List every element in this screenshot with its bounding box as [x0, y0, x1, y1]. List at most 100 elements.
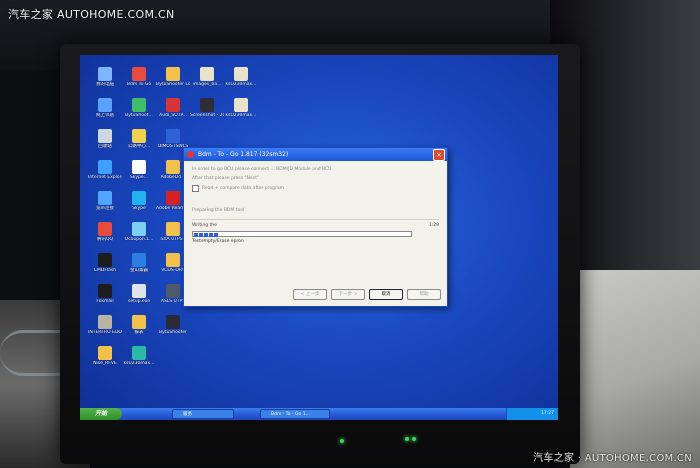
watermark-top: 汽车之家 AUTOHOME.COM.CN: [8, 8, 175, 21]
desktop-icon[interactable]: Nise_RFVE: [88, 346, 122, 367]
system-tray-clock[interactable]: 17:27: [506, 408, 558, 420]
desktop-icon[interactable]: Ocoupon.1...: [122, 222, 156, 243]
desktop-icon[interactable]: ksU230max...: [122, 346, 156, 367]
dialog-titlebar[interactable]: Bdm - To - Go 1.817 (32sm32) ×: [184, 148, 447, 161]
desktop-icon[interactable]: 网上邻居: [88, 98, 122, 119]
progress-block: [194, 233, 198, 237]
desktop-icon-glyph: [98, 98, 112, 112]
desktop-icon-label: 公路中心...: [127, 144, 151, 149]
desktop-icon[interactable]: 腾讯QQ: [88, 222, 122, 243]
desktop-icon[interactable]: 我的电脑: [88, 67, 122, 88]
desktop-icon[interactable]: 报表: [122, 315, 156, 336]
taskbar-item-service[interactable]: 服务: [172, 409, 234, 419]
desktop-icon[interactable]: BytuShoot...: [122, 98, 156, 119]
progress-caption: Testempty/Erase epron: [192, 239, 244, 244]
desktop-icon-glyph: [132, 67, 146, 81]
desktop-icon-glyph: [166, 253, 180, 267]
desktop-icon-glyph: [166, 129, 180, 143]
desktop-icon-label: 腾讯QQ: [96, 237, 114, 242]
compare-checkbox[interactable]: [192, 185, 199, 192]
taskbar-item-bdm[interactable]: Bdm - To - Go 1...: [260, 409, 330, 419]
desktop-icon[interactable]: INTERFRO EDOORW...: [88, 315, 122, 336]
desktop-icon[interactable]: Skype: [122, 191, 156, 212]
progress-block: [204, 233, 208, 237]
desktop-icon[interactable]: Foxmail: [88, 284, 122, 305]
desktop-icon[interactable]: BytuShooter Log: [156, 67, 190, 88]
desktop-icon-label: Bdm To Go: [126, 82, 152, 87]
help-button[interactable]: 帮助: [407, 289, 441, 300]
desktop-icon-glyph: [98, 315, 112, 329]
desktop-icon-glyph: [166, 284, 180, 298]
desktop-icon[interactable]: ksU230max...: [224, 67, 258, 88]
compare-option[interactable]: Read + compare data after program: [192, 185, 439, 192]
bdm-to-go-dialog[interactable]: Bdm - To - Go 1.817 (32sm32) × In order …: [183, 147, 448, 307]
close-button[interactable]: ×: [433, 149, 445, 161]
desktop-icon-label: Internet Explorer: [88, 175, 122, 180]
desktop-icon[interactable]: setup.exe: [122, 284, 156, 305]
desktop-icon[interactable]: Audi_SOTP...: [156, 98, 190, 119]
desktop-icon-glyph: [200, 98, 214, 112]
desktop-icon[interactable]: Internet Explorer: [88, 160, 122, 181]
desktop-icon-label: ksU230max...: [225, 113, 257, 118]
desktop-icon-label: INTERFRO EDOORW...: [88, 330, 122, 335]
desktop-icon-glyph: [200, 67, 214, 81]
desk-surface-right: [570, 270, 700, 468]
desktop-icon[interactable]: 金山毒霸: [122, 253, 156, 274]
desktop-icon-glyph: [166, 222, 180, 236]
desktop-icon[interactable]: ksU230max...: [224, 98, 258, 119]
desktop-icon-label: CMDFlash: [93, 268, 117, 273]
desktop-icon-glyph: [132, 191, 146, 205]
desktop-icon-label: 我的电脑: [96, 82, 114, 87]
desktop-icon-glyph: [98, 129, 112, 143]
desktop-icon-label: ksU230max...: [123, 361, 155, 366]
desktop-icon-label: Nise_RFVE: [93, 361, 117, 366]
progress-block: [199, 233, 203, 237]
screen: 我的电脑 Bdm To Go BytuShooter Log images_ba...…: [80, 55, 558, 420]
instruction-line-1: In order to go BCU please connect ... BD…: [192, 167, 332, 172]
desktop-icon-glyph: [132, 346, 146, 360]
cancel-button[interactable]: 取消: [369, 289, 403, 300]
desktop-icon[interactable]: Skype...: [122, 160, 156, 181]
start-button[interactable]: 开始: [80, 408, 122, 420]
back-button[interactable]: < 上一步: [293, 289, 327, 300]
desktop-icon[interactable]: images_ba...: [190, 67, 224, 88]
desktop-icon-glyph: [234, 98, 248, 112]
desktop-icon-glyph: [98, 67, 112, 81]
desktop-icon[interactable]: Bdm To Go: [122, 67, 156, 88]
dialog-title: Bdm - To - Go 1.817 (32sm32): [198, 151, 289, 158]
desktop-icon-label: 报表: [134, 330, 144, 335]
desktop-icon-glyph: [166, 160, 180, 174]
power-led: [340, 439, 344, 443]
taskbar: 开始 服务 Bdm - To - Go 1... 17:27: [80, 408, 558, 420]
desktop-icon-label: Audi_SOTP...: [159, 113, 187, 118]
status-row: Writing the 1:29: [192, 223, 439, 228]
desktop-icon-glyph: [98, 346, 112, 360]
desktop-icon-label: 金山毒霸: [130, 268, 148, 273]
desktop-icon-glyph: [98, 253, 112, 267]
desktop-icon[interactable]: 公路中心...: [122, 129, 156, 150]
desktop-icon[interactable]: 回收站: [88, 129, 122, 150]
compare-checkbox-label: Read + compare data after program: [202, 186, 284, 191]
preparing-text: Preparing the BDM tool: [192, 208, 245, 213]
desktop-icon-label: Ocoupon.1...: [124, 237, 154, 242]
desktop-icon-glyph: [166, 315, 180, 329]
desktop-icon-glyph: [98, 160, 112, 174]
desktop-icon-glyph: [166, 98, 180, 112]
desktop-icon-glyph: [132, 284, 146, 298]
desktop-icon-glyph: [132, 315, 146, 329]
desktop-icon-label: Foxmail: [96, 299, 114, 304]
desktop-icon-glyph: [132, 160, 146, 174]
next-button[interactable]: 下一步 >: [331, 289, 365, 300]
desktop-icon-glyph: [98, 191, 112, 205]
desktop-icon-label: images_ba...: [192, 82, 222, 87]
instruction-line-2: After that please press "Next": [192, 176, 260, 181]
divider: [192, 219, 439, 220]
desktop-icon[interactable]: CMDFlash: [88, 253, 122, 274]
desktop-icon-glyph: [132, 98, 146, 112]
desktop-icon[interactable]: BytuShooter: [156, 315, 190, 336]
desktop-icon[interactable]: Screenshot - 2010_07_2...: [190, 98, 224, 119]
desktop-icon-glyph: [98, 284, 112, 298]
desktop-icon[interactable]: 宽带连接: [88, 191, 122, 212]
desktop-icon-glyph: [166, 191, 180, 205]
desktop-icon-label: Skype...: [130, 175, 148, 180]
